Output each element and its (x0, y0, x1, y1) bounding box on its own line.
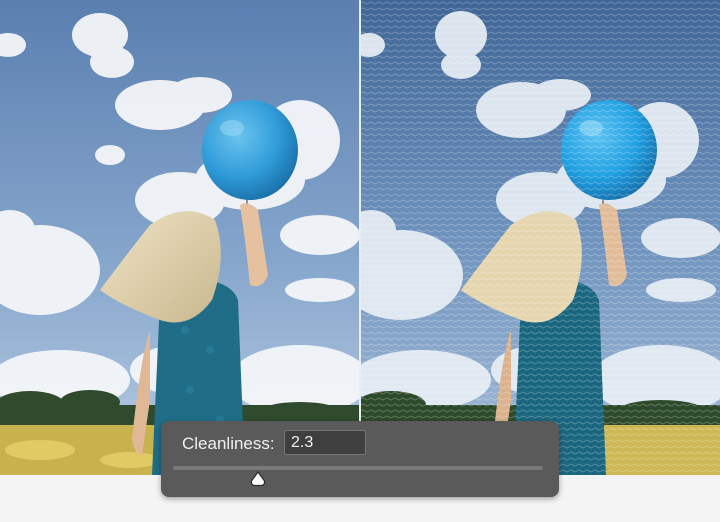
cleanliness-slider-thumb[interactable] (250, 471, 266, 487)
cleanliness-control-panel: Cleanliness: (161, 421, 559, 497)
effect-preview-photo (361, 0, 720, 475)
cleanliness-value-input[interactable] (284, 430, 366, 455)
cleanliness-slider-track[interactable] (173, 466, 543, 470)
original-photo (0, 0, 359, 475)
cleanliness-label: Cleanliness: (182, 434, 275, 453)
before-after-comparison (0, 0, 720, 475)
